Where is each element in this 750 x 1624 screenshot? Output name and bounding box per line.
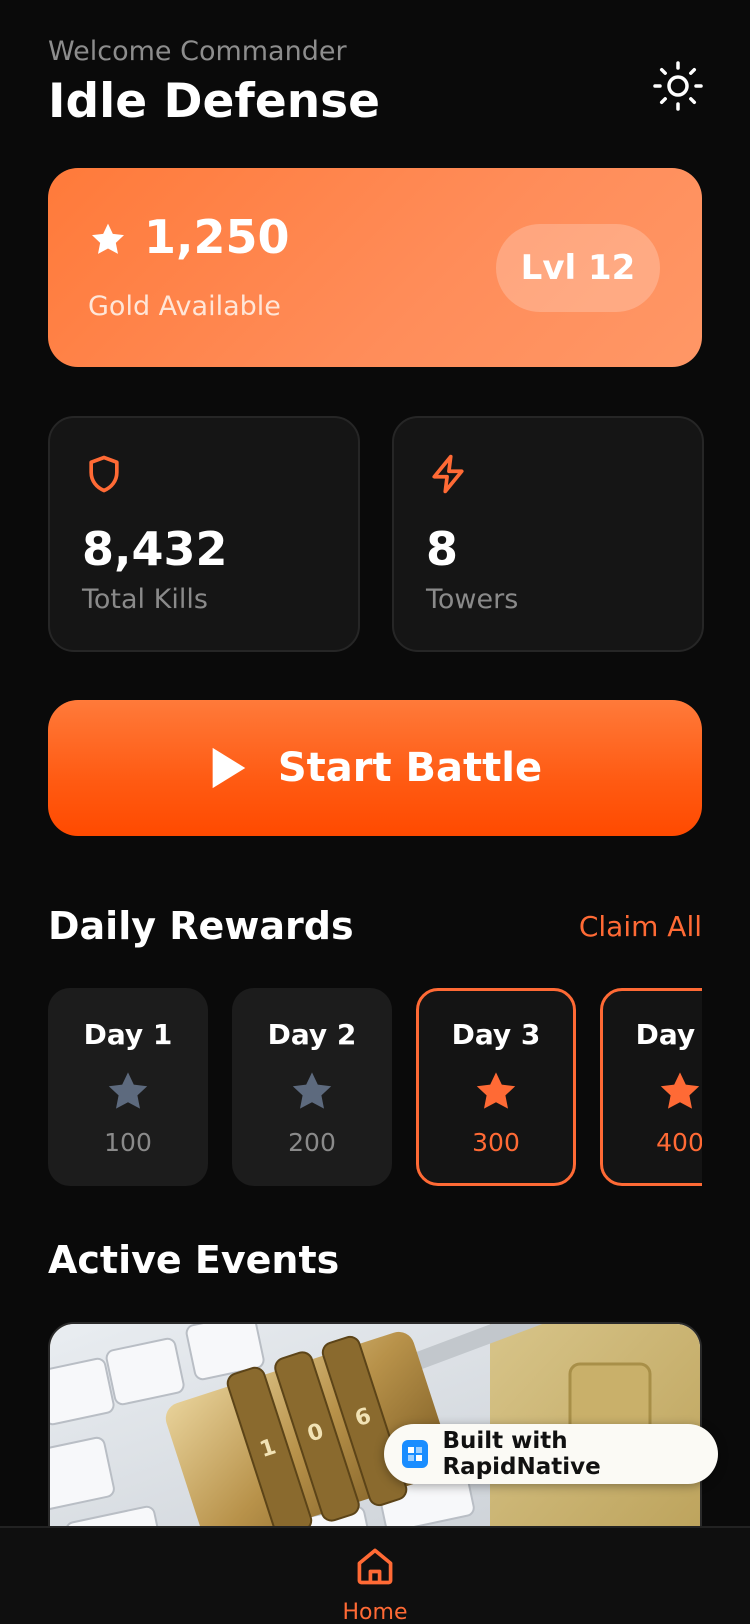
- page-title: Idle Defense: [48, 74, 381, 129]
- home-icon: [357, 1548, 393, 1585]
- reward-amount: 100: [104, 1128, 152, 1157]
- star-icon: [292, 1072, 332, 1109]
- shield-icon: [89, 455, 119, 493]
- reward-amount: 200: [288, 1128, 336, 1157]
- sun-icon: [653, 61, 703, 111]
- reward-card-day-1[interactable]: Day 1 100: [48, 988, 208, 1186]
- gold-label: Gold Available: [88, 291, 281, 322]
- bottom-nav: Home: [0, 1526, 750, 1624]
- total-kills-value: 8,432: [82, 522, 228, 576]
- gold-amount: 1,250: [144, 210, 290, 264]
- star-icon: [660, 1072, 700, 1109]
- greeting-text: Welcome Commander: [48, 36, 347, 67]
- rapidnative-logo-icon: [402, 1440, 429, 1468]
- reward-day-label: Day 1: [83, 1018, 173, 1051]
- total-kills-label: Total Kills: [82, 584, 208, 615]
- daily-rewards-list: Day 1 100 Day 2 200 Day 3 300 Day 400: [48, 988, 702, 1186]
- home-screen: Welcome Commander Idle Defense 1,250 Gol…: [0, 0, 750, 1624]
- towers-label: Towers: [426, 584, 519, 615]
- reward-day-label: Day 4: [635, 1018, 702, 1051]
- play-icon: [212, 747, 246, 789]
- gold-card: 1,250 Gold Available Lvl 12: [48, 168, 702, 367]
- reward-day-label: Day 2: [267, 1018, 357, 1051]
- reward-card-day-4[interactable]: Day 4 400: [600, 988, 702, 1186]
- reward-card-day-3[interactable]: Day 3 300: [416, 988, 576, 1186]
- towers-card: 8 Towers: [392, 416, 704, 652]
- lightning-icon: [432, 454, 464, 494]
- badge-text: Built with RapidNative: [442, 1428, 601, 1480]
- nav-item-home[interactable]: Home: [335, 1528, 415, 1624]
- start-battle-label: Start Battle: [277, 745, 543, 791]
- level-badge: Lvl 12: [496, 224, 660, 312]
- star-icon: [92, 223, 124, 254]
- total-kills-card: 8,432 Total Kills: [48, 416, 360, 652]
- active-events-title: Active Events: [48, 1238, 340, 1282]
- star-icon: [476, 1072, 516, 1109]
- theme-toggle-button[interactable]: [650, 58, 706, 114]
- start-battle-button[interactable]: Start Battle: [48, 700, 702, 836]
- daily-rewards-title: Daily Rewards: [48, 904, 354, 948]
- built-with-badge[interactable]: Built with RapidNative: [384, 1424, 718, 1484]
- star-icon: [108, 1072, 148, 1109]
- claim-all-link[interactable]: Claim All: [579, 910, 702, 943]
- reward-day-label: Day 3: [451, 1018, 541, 1051]
- reward-card-day-2[interactable]: Day 2 200: [232, 988, 392, 1186]
- nav-home-label: Home: [342, 1600, 408, 1624]
- reward-amount: 400: [656, 1128, 702, 1157]
- towers-value: 8: [426, 522, 459, 576]
- reward-amount: 300: [472, 1128, 520, 1157]
